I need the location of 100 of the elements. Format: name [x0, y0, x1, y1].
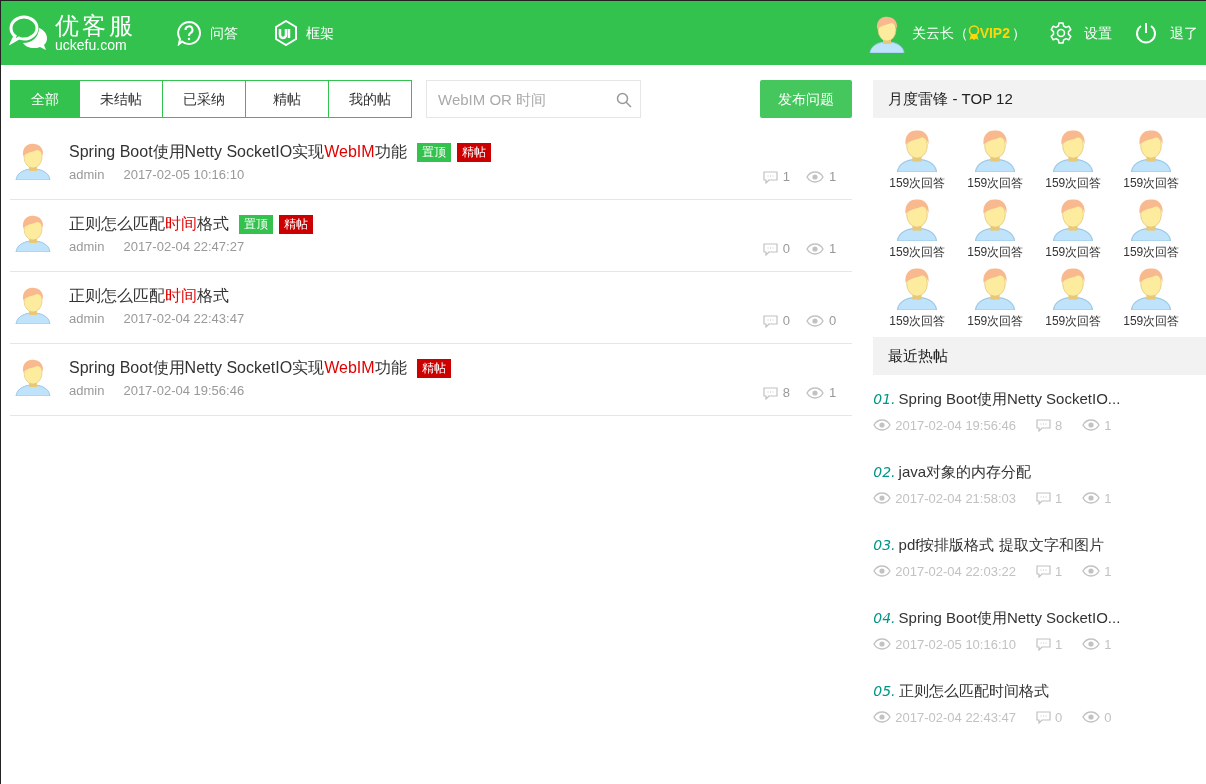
comment-icon	[1036, 637, 1051, 651]
post-badge: 置顶	[416, 142, 451, 162]
rank-number: 03.	[873, 536, 896, 555]
post-author: admin	[69, 238, 105, 257]
comment-icon	[762, 314, 778, 328]
comment-count: 8	[782, 384, 791, 403]
view-count: 1	[1104, 416, 1112, 435]
search-field[interactable]: WebIM OR 时间	[426, 80, 641, 118]
power-icon	[1134, 21, 1158, 45]
settings-icon	[1050, 22, 1072, 44]
comment-icon	[762, 242, 778, 256]
view-count: 1	[829, 168, 837, 187]
eye-icon	[873, 565, 892, 578]
eye-icon	[873, 492, 892, 505]
answer-count: 159次回答	[889, 313, 946, 330]
comment-count: 0	[1055, 708, 1063, 727]
eye-icon	[806, 171, 825, 183]
answer-count: 159次回答	[1123, 244, 1180, 261]
logo-title: 优客服	[55, 14, 136, 38]
hot-post-title[interactable]: Spring Boot使用Netty SocketIO...	[898, 388, 1121, 411]
post-date: 2017-02-04 22:43:47	[123, 310, 245, 329]
post-date: 2017-02-04 19:56:46	[895, 416, 1016, 435]
post-title[interactable]: 正则怎么匹配时间格式	[69, 284, 229, 308]
post-date: 2017-02-05 10:16:10	[123, 166, 245, 185]
eye-icon	[873, 419, 892, 432]
view-count: 1	[1104, 562, 1112, 581]
rank-number: 05.	[873, 682, 896, 701]
answer-count: 159次回答	[889, 175, 946, 192]
post-date: 2017-02-04 22:47:27	[123, 238, 245, 257]
comment-icon	[1036, 564, 1051, 578]
answer-count: 159次回答	[967, 175, 1024, 192]
view-count: 0	[1104, 708, 1112, 727]
answer-count: 159次回答	[1045, 175, 1102, 192]
answer-count: 159次回答	[967, 244, 1024, 261]
post-date: 2017-02-05 10:16:10	[895, 635, 1016, 654]
answer-count: 159次回答	[889, 244, 946, 261]
rank-number: 04.	[873, 609, 896, 628]
view-count: 1	[829, 384, 837, 403]
post-author: admin	[69, 382, 105, 401]
hot-post-title[interactable]: java对象的内存分配	[898, 461, 1032, 484]
hot-post-title[interactable]: 正则怎么匹配时间格式	[898, 680, 1049, 703]
comment-count: 0	[782, 240, 791, 259]
comment-count: 1	[782, 168, 791, 187]
post-author: admin	[69, 166, 105, 185]
user-name: 关云长（	[911, 23, 968, 43]
post-date: 2017-02-04 22:43:47	[895, 708, 1016, 727]
medal-icon	[967, 25, 980, 41]
eye-icon	[1082, 711, 1101, 724]
chat-bubbles-icon	[9, 14, 49, 52]
post-author: admin	[69, 310, 105, 329]
eye-icon	[806, 387, 825, 399]
answer-count: 159次回答	[967, 313, 1024, 330]
post-date: 2017-02-04 19:56:46	[123, 382, 245, 401]
post-badge: 精帖	[456, 142, 491, 162]
paren-text: ）	[1012, 23, 1026, 43]
post-title[interactable]: Spring Boot使用Netty SocketIO实现WebIM功能	[69, 140, 407, 164]
view-count: 0	[829, 312, 837, 331]
answer-count: 159次回答	[1123, 175, 1180, 192]
view-count: 1	[1104, 489, 1112, 508]
post-title[interactable]: Spring Boot使用Netty SocketIO实现WebIM功能	[69, 356, 407, 380]
comment-icon	[1036, 491, 1051, 505]
rank-number: 02.	[873, 463, 896, 482]
comment-icon	[1036, 418, 1051, 432]
comment-icon	[762, 170, 778, 184]
eye-icon	[806, 243, 825, 255]
post-badge: 精帖	[416, 358, 451, 378]
comment-count: 8	[1055, 416, 1063, 435]
view-count: 1	[1104, 635, 1112, 654]
section-title: 最近热帖	[888, 345, 949, 366]
answer-count: 159次回答	[1045, 313, 1102, 330]
eye-icon	[873, 638, 892, 651]
view-count: 1	[829, 240, 837, 259]
eye-icon	[1082, 419, 1101, 432]
eye-icon	[873, 711, 892, 724]
hot-post-title[interactable]: Spring Boot使用Netty SocketIO...	[898, 607, 1121, 630]
comment-count: 1	[1055, 489, 1063, 508]
rank-number: 01.	[873, 390, 896, 409]
section-title: 月度雷锋 - TOP 12	[888, 88, 1013, 109]
question-bubble-icon	[176, 20, 202, 46]
post-title[interactable]: 正则怎么匹配时间格式	[69, 212, 229, 236]
post-badge: 置顶	[239, 214, 273, 234]
hot-post-title[interactable]: pdf按排版格式 提取文字和图片	[898, 534, 1104, 557]
comment-count: 1	[1055, 562, 1063, 581]
post-badge: 精帖	[279, 214, 313, 234]
post-date: 2017-02-04 21:58:03	[895, 489, 1016, 508]
eye-icon	[1082, 638, 1101, 651]
eye-icon	[1082, 565, 1101, 578]
comment-count: 1	[1055, 635, 1063, 654]
comment-count: 0	[782, 312, 791, 331]
answer-count: 159次回答	[1045, 244, 1102, 261]
comment-icon	[762, 386, 778, 400]
search-icon	[616, 92, 632, 108]
logo-subtitle: uckefu.com	[55, 38, 127, 52]
eye-icon	[1082, 492, 1101, 505]
hexagon-icon	[274, 20, 298, 46]
eye-icon	[806, 315, 825, 327]
answer-count: 159次回答	[1123, 313, 1180, 330]
post-date: 2017-02-04 22:03:22	[895, 562, 1016, 581]
vip-level: VIP2	[979, 23, 1010, 43]
comment-icon	[1036, 710, 1051, 724]
